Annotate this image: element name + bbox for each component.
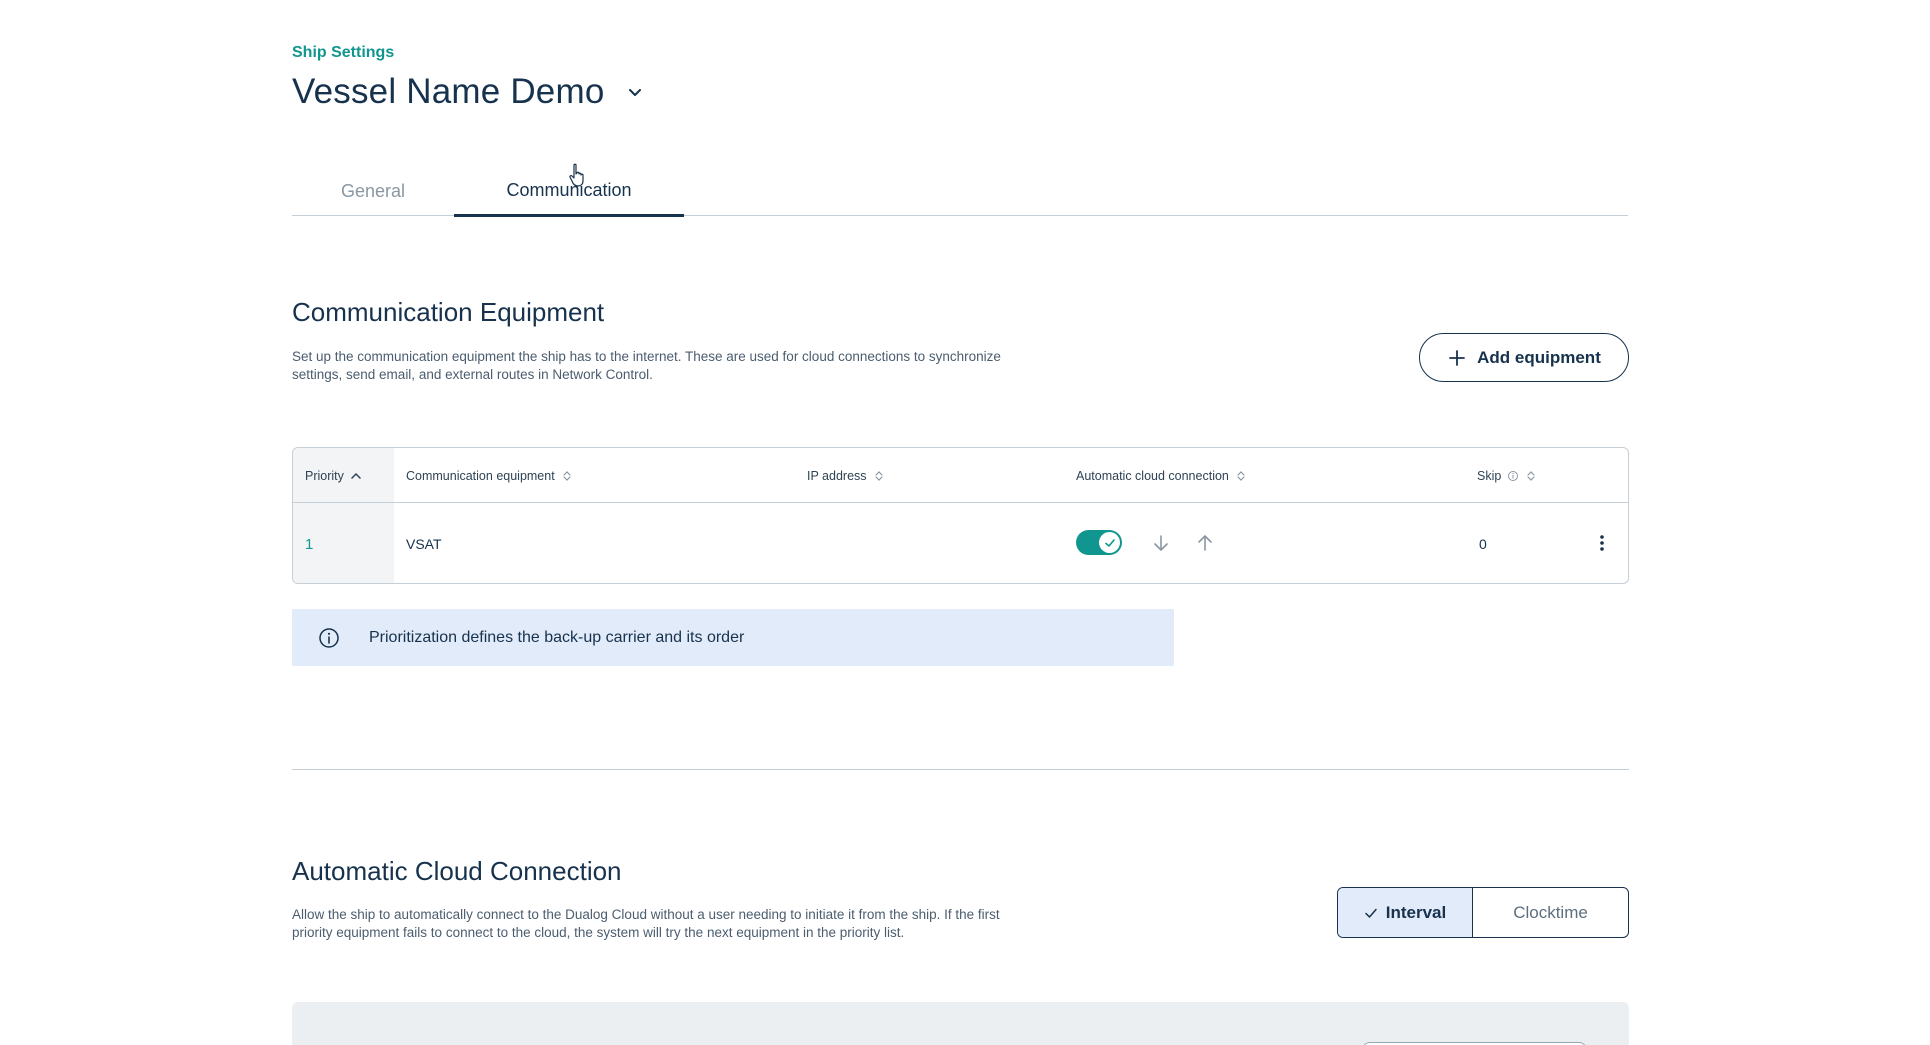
priority-cell: 1 [305,535,314,553]
add-equipment-label: Add equipment [1477,347,1601,367]
interval-option[interactable]: Interval [1338,888,1473,937]
add-equipment-button[interactable]: Add equipment [1419,333,1629,382]
column-header-auto-cloud[interactable]: Automatic cloud connection [1076,448,1247,503]
info-message: Prioritization defines the back-up carri… [292,609,1174,666]
chevron-down-icon[interactable] [627,84,643,100]
interval-label: Interval [1385,902,1447,922]
info-message-text: Prioritization defines the back-up carri… [369,628,745,646]
vessel-selector[interactable]: Vessel Name Demo [292,72,643,112]
column-header-equipment[interactable]: Communication equipment [406,448,573,503]
tab-general[interactable]: General [292,166,454,216]
sort-ascending-icon [351,472,361,479]
automatic-cloud-connection-title: Automatic Cloud Connection [292,856,622,886]
info-icon [319,627,339,648]
connection-mode-toggle: Interval Clocktime [1337,887,1629,938]
move-down-icon[interactable] [1150,532,1172,554]
move-up-icon[interactable] [1194,532,1216,554]
communication-equipment-description: Set up the communication equipment the s… [292,349,1001,382]
column-header-skip[interactable]: Skip [1477,448,1537,503]
column-header-priority[interactable]: Priority [305,448,362,503]
equipment-cell: VSAT [406,536,442,552]
settings-tabs: General Communication [292,166,1628,217]
sort-icon [1527,470,1535,481]
sort-icon [1237,470,1245,481]
sort-icon [563,470,571,481]
clocktime-option[interactable]: Clocktime [1473,888,1628,937]
column-label: IP address [807,468,867,483]
column-label: Automatic cloud connection [1076,468,1229,483]
page-title: Vessel Name Demo [292,72,605,111]
check-icon [1365,908,1377,918]
clocktime-label: Clocktime [1513,902,1588,922]
interval-settings-panel [292,1002,1629,1045]
check-icon [1104,538,1115,547]
more-options-icon[interactable] [1591,532,1613,554]
column-label: Priority [305,468,344,483]
skip-cell: 0 [1479,536,1487,552]
auto-cloud-toggle[interactable] [1076,530,1122,555]
column-label: Skip [1477,468,1502,483]
section-divider [292,769,1629,770]
toggle-knob [1099,532,1120,553]
equipment-table: Priority Communication equipment IP addr… [292,447,1629,584]
automatic-cloud-connection-description: Allow the ship to automatically connect … [292,907,1000,940]
breadcrumb[interactable]: Ship Settings [292,44,394,62]
column-header-ip-address[interactable]: IP address [807,448,885,503]
plus-icon [1449,349,1466,366]
communication-equipment-title: Communication Equipment [292,297,605,327]
table-header: Priority Communication equipment IP addr… [293,448,1628,503]
hand-cursor-icon [569,163,584,187]
column-label: Communication equipment [406,468,555,483]
sort-icon [874,470,883,481]
ship-settings-page: Ship Settings Vessel Name Demo General C… [0,0,1930,1045]
info-icon[interactable] [1507,470,1519,482]
